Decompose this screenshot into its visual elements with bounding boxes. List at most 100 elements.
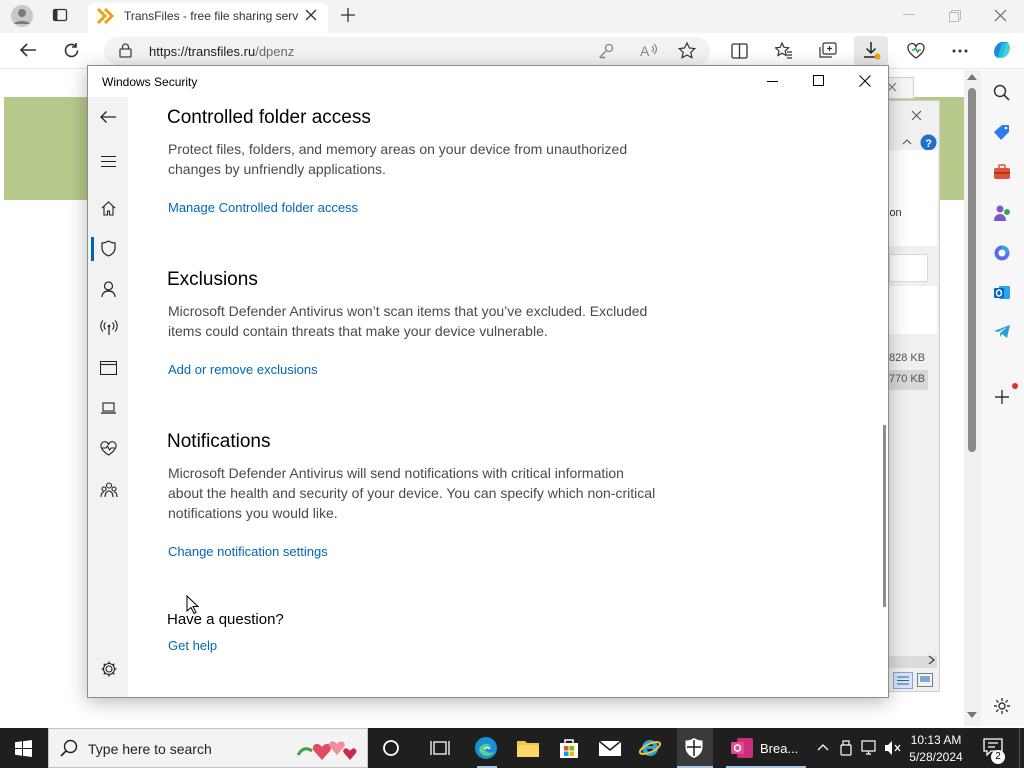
- password-key-icon[interactable]: [598, 43, 614, 59]
- sidebar-shopping-icon[interactable]: [993, 124, 1011, 141]
- clock-date[interactable]: 5/28/2024: [906, 750, 966, 764]
- file-explorer-icon[interactable]: [516, 738, 540, 758]
- close-tab-icon[interactable]: [305, 9, 317, 21]
- sidebar-add-icon[interactable]: [994, 389, 1010, 405]
- bg-dialog-collapse-icon[interactable]: [902, 139, 912, 145]
- sidebar-outlook-icon[interactable]: [993, 284, 1011, 301]
- clock-time[interactable]: 10:13 AM: [906, 733, 966, 747]
- settings-gear-icon[interactable]: [100, 660, 118, 678]
- nav-selection-indicator: [91, 237, 94, 261]
- change-notification-settings-link[interactable]: Change notification settings: [168, 544, 328, 559]
- network-icon[interactable]: [100, 320, 118, 336]
- task-view-icon[interactable]: [430, 739, 450, 757]
- notification-count-badge: 2: [991, 750, 1005, 764]
- profile-avatar-icon[interactable]: [10, 4, 34, 28]
- start-windows-icon[interactable]: [15, 740, 32, 757]
- network-status-icon[interactable]: [861, 740, 878, 756]
- window-scrollbar-thumb[interactable]: [883, 425, 886, 607]
- mouse-cursor-icon: [186, 595, 199, 615]
- download-icon[interactable]: [863, 41, 881, 60]
- sidebar-search-icon[interactable]: [993, 84, 1010, 101]
- lock-icon[interactable]: [119, 43, 132, 58]
- scroll-down-arrow-icon[interactable]: [967, 712, 977, 718]
- section-heading-exclusions: Exclusions: [167, 269, 258, 290]
- split-screen-icon[interactable]: [731, 43, 748, 59]
- site-favicon-icon: [97, 8, 115, 24]
- section-body-controlled-folder-access: Protect files, folders, and memory areas…: [168, 141, 628, 177]
- more-options-icon[interactable]: [952, 49, 968, 53]
- copilot-icon[interactable]: [990, 38, 1014, 62]
- close-icon[interactable]: [859, 75, 871, 87]
- manage-controlled-folder-access-link[interactable]: Manage Controlled folder access: [168, 200, 358, 215]
- back-arrow-icon[interactable]: [99, 110, 117, 124]
- browser-essentials-icon[interactable]: [906, 42, 926, 60]
- get-help-link[interactable]: Get help: [168, 638, 217, 653]
- tab-title: TransFiles - free file sharing serv: [124, 9, 298, 23]
- sidebar-microsoft365-icon[interactable]: [993, 244, 1011, 262]
- bg-dialog-help-icon[interactable]: ?: [920, 134, 937, 151]
- collections-icon[interactable]: [819, 42, 837, 59]
- office-app-icon[interactable]: [730, 737, 754, 759]
- read-aloud-icon[interactable]: A: [640, 42, 660, 60]
- close-browser-icon[interactable]: [994, 9, 1007, 22]
- bg-dialog-thumbnail-view-icon[interactable]: [917, 673, 933, 687]
- bg-dialog-scroll-right-icon[interactable]: [928, 655, 936, 665]
- bg-dialog-input[interactable]: [889, 254, 928, 282]
- bg-dialog-text-fragment: ion: [887, 207, 902, 219]
- page-scrollbar-thumb[interactable]: [968, 88, 976, 452]
- active-app-label: Brea...: [760, 741, 799, 756]
- mail-icon[interactable]: [598, 740, 622, 757]
- sidebar-settings-icon[interactable]: [993, 697, 1011, 715]
- volume-muted-icon[interactable]: [884, 740, 902, 756]
- scroll-up-arrow-icon[interactable]: [967, 74, 977, 80]
- svg-text:A: A: [640, 43, 650, 59]
- url-path: /dpenz: [255, 44, 295, 59]
- heart-health-icon[interactable]: [100, 441, 117, 456]
- show-hidden-icons-icon[interactable]: [817, 743, 829, 751]
- home-icon[interactable]: [101, 201, 116, 216]
- app-browser-icon[interactable]: [100, 361, 117, 375]
- url-text[interactable]: https://transfiles.ru/dpenz: [149, 44, 294, 59]
- internet-explorer-icon[interactable]: [638, 736, 662, 760]
- new-tab-icon[interactable]: [341, 8, 355, 22]
- window-title: Windows Security: [102, 75, 198, 89]
- account-icon[interactable]: [101, 281, 116, 297]
- add-or-remove-exclusions-link[interactable]: Add or remove exclusions: [168, 362, 318, 377]
- device-icon[interactable]: [100, 402, 117, 414]
- maximize-icon[interactable]: [813, 75, 825, 87]
- hamburger-menu-icon[interactable]: [101, 156, 116, 167]
- store-icon[interactable]: [558, 737, 580, 759]
- bg-dialog-close-icon[interactable]: [911, 110, 922, 121]
- favorite-star-icon[interactable]: [678, 42, 696, 59]
- have-a-question-heading: Have a question?: [167, 611, 284, 628]
- sidebar-games-icon[interactable]: [993, 204, 1011, 222]
- security-shield-taskbar-icon: [684, 737, 704, 759]
- minimize-icon[interactable]: [767, 81, 778, 83]
- family-icon[interactable]: [100, 482, 118, 498]
- edge-taskbar-icon[interactable]: [474, 736, 498, 760]
- minimize-browser-icon[interactable]: [903, 14, 915, 16]
- sidebar-tools-icon[interactable]: [993, 164, 1011, 180]
- favorites-icon[interactable]: [775, 42, 793, 59]
- section-heading-controlled-folder-access: Controlled folder access: [167, 107, 371, 128]
- bg-file-size: 828 KB: [889, 352, 926, 364]
- search-highlight-hearts-icon: [290, 731, 362, 767]
- sidebar-notification-dot-icon: [1012, 383, 1018, 389]
- search-placeholder: Type here to search: [88, 741, 212, 757]
- shield-icon[interactable]: [101, 240, 116, 257]
- tab-actions-icon[interactable]: [52, 7, 68, 23]
- section-body-exclusions: Microsoft Defender Antivirus won’t scan …: [168, 303, 648, 339]
- bg-dialog-details-view-icon[interactable]: [893, 672, 913, 689]
- bg-dialog-panel: [889, 150, 937, 246]
- search-icon: [60, 739, 78, 757]
- sidebar-telegram-icon[interactable]: [993, 324, 1011, 339]
- show-desktop-button[interactable]: [1019, 728, 1024, 768]
- usb-device-icon[interactable]: [839, 740, 853, 756]
- back-icon[interactable]: [19, 42, 37, 58]
- cortana-icon[interactable]: [382, 739, 400, 757]
- bg-file-size-selected[interactable]: 770 KB: [886, 370, 928, 390]
- svg-text:?: ?: [925, 138, 932, 150]
- section-heading-notifications: Notifications: [167, 431, 271, 452]
- restore-browser-icon[interactable]: [949, 10, 961, 22]
- refresh-icon[interactable]: [63, 42, 80, 59]
